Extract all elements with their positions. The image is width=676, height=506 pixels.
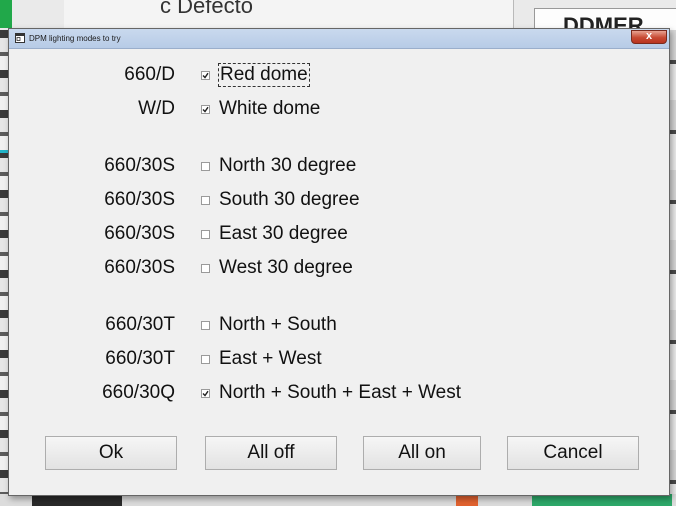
lighting-mode-row[interactable]: 660/30T East + West (15, 346, 663, 374)
mode-label[interactable]: North + South + East + West (219, 382, 461, 404)
lighting-mode-row[interactable]: 660/30S South 30 degree (15, 187, 663, 215)
mode-label[interactable]: East 30 degree (219, 223, 348, 245)
mode-label[interactable]: White dome (219, 98, 320, 120)
all-off-button[interactable]: All off (205, 436, 337, 470)
mode-label[interactable]: East + West (219, 348, 322, 370)
ok-button[interactable]: Ok (45, 436, 177, 470)
lighting-modes-dialog: DPM lighting modes to try x 660/D Red dom… (8, 28, 670, 496)
mode-label[interactable]: West 30 degree (219, 257, 353, 279)
close-button[interactable]: x (631, 30, 667, 44)
mode-code: 660/30T (105, 348, 175, 369)
checkbox-unchecked[interactable] (201, 264, 210, 273)
mode-label[interactable]: Red dome (218, 63, 310, 87)
mode-code: 660/30S (104, 189, 175, 210)
mode-label[interactable]: North 30 degree (219, 155, 356, 177)
dialog-title: DPM lighting modes to try (29, 34, 121, 43)
lighting-mode-row[interactable]: 660/D Red dome (15, 62, 663, 90)
all-on-button[interactable]: All on (363, 436, 481, 470)
lighting-mode-row[interactable]: 660/30T North + South (15, 312, 663, 340)
mode-code: 660/30T (105, 314, 175, 335)
mode-code: 660/30S (104, 257, 175, 278)
checkbox-unchecked[interactable] (201, 321, 210, 330)
checkbox-unchecked[interactable] (201, 230, 210, 239)
cancel-button[interactable]: Cancel (507, 436, 639, 470)
lighting-mode-row[interactable]: 660/30S North 30 degree (15, 153, 663, 181)
background-options-panel: c Defecto (64, 0, 514, 30)
mode-code: 660/30S (104, 223, 175, 244)
lighting-mode-row[interactable]: 660/30Q North + South + East + West (15, 380, 663, 408)
lighting-mode-row[interactable]: 660/30S East 30 degree (15, 221, 663, 249)
lighting-mode-row[interactable]: W/D White dome (15, 96, 663, 124)
dialog-client-area: 660/D Red dome W/D White dome 660/30S North 3… (15, 50, 663, 491)
mode-code: 660/D (124, 64, 175, 85)
background-defecto-label: c Defecto (160, 0, 253, 18)
background-green-tab (0, 0, 12, 28)
mode-code: 660/30S (104, 155, 175, 176)
close-icon: x (645, 30, 653, 42)
checkmark-icon (202, 72, 209, 79)
checkmark-icon (202, 106, 209, 113)
checkbox-checked[interactable] (201, 389, 210, 398)
checkbox-unchecked[interactable] (201, 355, 210, 364)
mode-label[interactable]: North + South (219, 314, 337, 336)
checkbox-checked[interactable] (201, 71, 210, 80)
mode-code: 660/30Q (102, 382, 175, 403)
checkbox-unchecked[interactable] (201, 162, 210, 171)
mode-code: W/D (138, 98, 175, 119)
checkbox-unchecked[interactable] (201, 196, 210, 205)
dialog-title-bar[interactable]: DPM lighting modes to try x (9, 29, 669, 49)
mode-label[interactable]: South 30 degree (219, 189, 360, 211)
window-icon (15, 33, 25, 43)
checkmark-icon (202, 390, 209, 397)
lighting-mode-row[interactable]: 660/30S West 30 degree (15, 255, 663, 283)
checkbox-checked[interactable] (201, 105, 210, 114)
